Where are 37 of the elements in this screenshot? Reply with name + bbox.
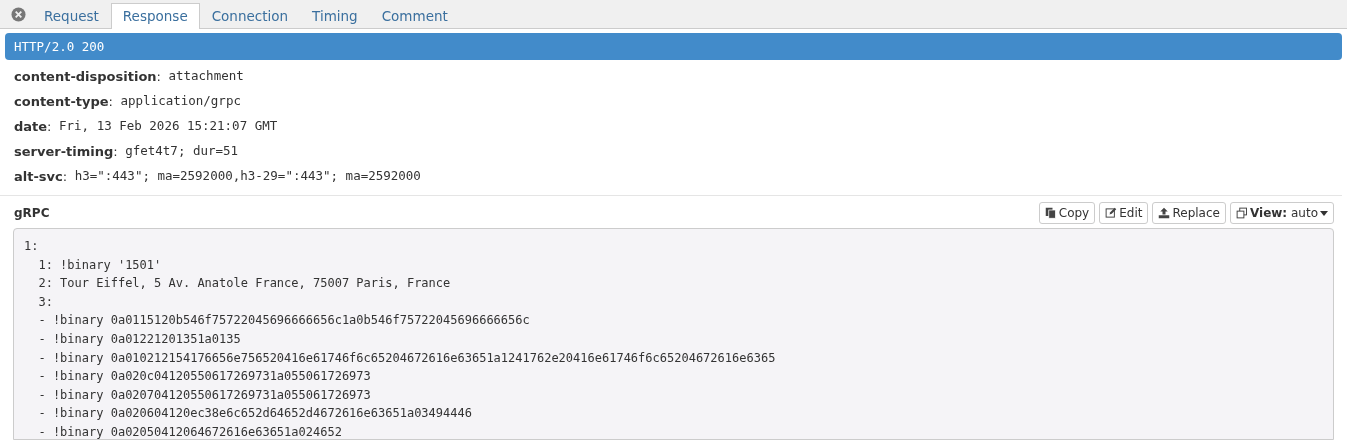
code-line: 2: Tour Eiffel, 5 Av. Anatole France, 75007 Paris, France [37, 275, 452, 293]
header-name: content-disposition: [14, 67, 161, 86]
header-name: date: [14, 117, 52, 136]
tab[interactable]: Timing [300, 3, 370, 29]
header-value: h3=":443"; ma=2592000,h3-29=":443"; ma=2592000 [73, 167, 421, 186]
tab[interactable]: Comment [369, 3, 460, 29]
code-line: - !binary 0a010212154176656e756520416e61746f6c65204672616e63651a1241762e20416e61746f6c65204672616e6365 [37, 349, 777, 367]
layers-icon [1235, 207, 1248, 219]
edit-button[interactable]: Edit [1099, 202, 1149, 224]
tab[interactable]: Connection [199, 3, 301, 29]
view-dropdown[interactable]: View: auto [1229, 202, 1334, 224]
edit-icon [1105, 207, 1118, 219]
header-value: gfet4t7; dur=51 [124, 142, 239, 161]
close-icon[interactable] [10, 6, 26, 22]
header-value: attachment [167, 67, 244, 86]
tab[interactable]: Response [110, 3, 200, 29]
replace-button[interactable]: Replace [1152, 202, 1226, 224]
header-value: application/grpc [119, 92, 241, 111]
upload-icon [1158, 207, 1171, 219]
copy-button[interactable]: Copy [1038, 202, 1096, 224]
code-line: 1: !binary '1501' [37, 256, 163, 274]
code-line: - !binary 0a01221201351a0135 [37, 330, 242, 348]
header-name: server-timing: [14, 142, 118, 161]
code-line: - !binary 0a020604120ec38e6c652d64652d4672616e63651a03494446 [37, 405, 473, 423]
code-line: - !binary 0a0115120b546f75722045696666656c1a0b546f75722045696666656c [37, 312, 531, 330]
caret-icon [1320, 210, 1328, 216]
header-value: Fri, 13 Feb 2026 15:21:07 GMT [58, 117, 278, 136]
tab[interactable]: Request [32, 3, 111, 29]
code-line: 3: [37, 293, 54, 311]
code-line: - !binary 0a020704120550617269731a055061726973 [37, 386, 372, 404]
header-name: content-type: [14, 92, 113, 111]
copy-icon [1044, 207, 1057, 219]
code-line: - !binary 0a02050412064672616e63651a024652 [37, 423, 343, 439]
code-line: 1: [24, 238, 40, 255]
header-name: alt-svc: [14, 167, 68, 186]
code-line: - !binary 0a020c04120550617269731a055061726973 [37, 368, 372, 386]
section-title: gRPC [14, 205, 50, 222]
